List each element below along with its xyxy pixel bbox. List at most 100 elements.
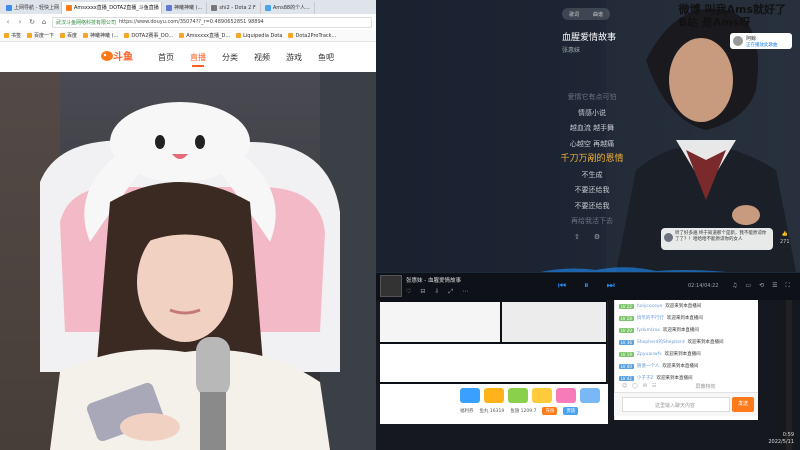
bookmark-item[interactable]: DOTA2赛事_DO... bbox=[124, 32, 173, 39]
bookmark-label: Liquipedia Dota bbox=[243, 32, 283, 39]
welfare-label: 福利券 bbox=[460, 409, 474, 414]
nav-yuba[interactable]: 鱼吧 bbox=[318, 52, 334, 63]
nav-home[interactable]: 首页 bbox=[158, 52, 174, 63]
previous-icon[interactable]: ⏮ bbox=[558, 281, 566, 291]
like-counter[interactable]: 👍 271 bbox=[780, 230, 790, 246]
level-badge: LV 42 bbox=[619, 375, 634, 381]
bookmark-item[interactable]: 百度一下 bbox=[27, 32, 54, 39]
nav-live[interactable]: 直播 bbox=[190, 52, 206, 63]
chat-user[interactable]: Zpyuanwfs bbox=[637, 352, 662, 357]
tab-label: shi2 - Dota 2 F bbox=[219, 5, 256, 11]
chat-user[interactable]: fydxmlzxx bbox=[637, 328, 660, 333]
recharge-button[interactable]: 充值 bbox=[542, 407, 558, 415]
address-bar[interactable]: 武汉斗鱼网络科技有限公司 https://www.douyu.com/35074… bbox=[52, 16, 372, 28]
message-icon[interactable]: ✉ bbox=[643, 383, 647, 390]
gift-item[interactable] bbox=[484, 388, 504, 403]
browser-window: 上网导航 - 轻快上网 从这里开始 Amsxxxx直播_DOTA2直播_斗鱼直播… bbox=[0, 0, 376, 72]
lyric-line: 越血流 越手舞 bbox=[569, 124, 615, 132]
player-options: ♫ ▭ ⟲ ☰ ⛶ bbox=[732, 282, 790, 290]
folder-icon[interactable]: ⊟ bbox=[420, 288, 425, 296]
bookmark-item[interactable]: 神曦神曦 (... bbox=[83, 32, 118, 39]
bookmark-item[interactable]: 百度 bbox=[60, 32, 77, 39]
forward-icon[interactable]: › bbox=[16, 18, 24, 26]
playlist-icon[interactable]: ☰ bbox=[772, 282, 777, 290]
play-time: 02:14/04:22 bbox=[688, 283, 719, 289]
like-count: 271 bbox=[780, 239, 790, 245]
chat-user[interactable]: 搞笑的不行行 bbox=[637, 315, 664, 321]
next-icon[interactable]: ⏭ bbox=[607, 281, 615, 291]
refresh-icon[interactable]: ↻ bbox=[28, 18, 36, 26]
gift-item[interactable] bbox=[580, 388, 600, 403]
bookmark-icon bbox=[124, 33, 130, 38]
chat-row: LV 22 holycoceye 欢迎来到本直播间 bbox=[615, 300, 758, 312]
mini-mode-icon[interactable]: ▭ bbox=[745, 282, 751, 290]
download-icon[interactable]: ⇩ bbox=[434, 288, 439, 296]
fullscreen-icon[interactable]: ⛶ bbox=[785, 282, 789, 290]
playback-controls: ⏮ ⏸ ⏭ bbox=[558, 281, 615, 291]
chat-user[interactable]: holycoceye bbox=[637, 304, 662, 309]
favicon-icon bbox=[66, 5, 72, 11]
color-icon[interactable]: ◯ bbox=[632, 383, 638, 390]
page-scrollbar[interactable] bbox=[786, 300, 792, 450]
listener-card[interactable]: 阿鲸 正在播放此歌曲 bbox=[730, 33, 792, 49]
chat-user[interactable]: 随便一个人 bbox=[637, 363, 660, 369]
now-playing: 张惠妹 - 血腥爱情故事 bbox=[406, 278, 461, 284]
clock-time: 0:59 bbox=[782, 432, 794, 438]
heart-icon[interactable]: ♡ bbox=[406, 288, 411, 296]
social-overlay: 微博 叫我Ams就好了 B站 是Ams呀 bbox=[679, 3, 786, 29]
tab-1[interactable]: Amsxxxx直播_DOTA2直播_斗鱼直播 bbox=[62, 2, 162, 14]
chat-text: 欢迎来到本直播间 bbox=[656, 376, 693, 381]
sound-effect-icon[interactable]: ♫ bbox=[732, 282, 737, 290]
toggle-lyrics[interactable]: 歌词 bbox=[569, 11, 579, 18]
tab-0[interactable]: 上网导航 - 轻快上网 从这里开始 bbox=[2, 2, 62, 14]
nav-underline bbox=[192, 65, 204, 67]
nav-category[interactable]: 分类 bbox=[222, 52, 238, 63]
bookmark-item[interactable]: Dota2ProTrack... bbox=[288, 33, 336, 39]
toggle-score[interactable]: 曲谱 bbox=[593, 11, 603, 18]
back-icon[interactable]: ‹ bbox=[4, 18, 12, 26]
chat-user[interactable]: Shepherd的Shepherd bbox=[637, 339, 685, 345]
gift-item[interactable] bbox=[508, 388, 528, 403]
nav-games[interactable]: 游戏 bbox=[286, 52, 302, 63]
chat-input[interactable]: 这里输入聊天内容 bbox=[622, 397, 730, 412]
lyrics-toggle[interactable]: 歌词 曲谱 bbox=[562, 8, 610, 20]
lyric-line-current: 千刀万剐的恩情 bbox=[560, 154, 624, 164]
chat-user[interactable]: 小子子Z bbox=[637, 375, 654, 381]
tab-label: 神曦神曦 (... bbox=[174, 5, 203, 11]
more-icon[interactable]: ⋯ bbox=[462, 288, 468, 296]
webcam-feed bbox=[0, 72, 376, 450]
favicon-icon bbox=[264, 5, 271, 11]
overlay-weibo: 微博 叫我Ams就好了 bbox=[678, 3, 786, 16]
home-icon[interactable]: ⌂ bbox=[40, 18, 48, 26]
bookmark-item[interactable]: 书签 bbox=[4, 32, 21, 39]
tab-4[interactable]: Ams88的个人... bbox=[261, 2, 315, 14]
emoji-icon[interactable]: ☺ bbox=[622, 383, 627, 390]
send-button[interactable]: 发送 bbox=[732, 397, 754, 412]
album-cover[interactable] bbox=[380, 275, 402, 297]
url-text: https://www.douyu.com/35074??_r=0.489065… bbox=[119, 19, 264, 25]
noble-button[interactable]: 贵族 bbox=[563, 407, 579, 415]
pause-icon[interactable]: ⏸ bbox=[584, 281, 589, 291]
gift-item[interactable] bbox=[532, 388, 552, 403]
settings-icon[interactable]: ⚙ bbox=[594, 233, 600, 241]
pin-icon[interactable]: ⇧ bbox=[574, 233, 580, 241]
tab-3[interactable]: shi2 - Dota 2 F bbox=[207, 2, 261, 14]
bookmark-item[interactable]: Liquipedia Dota bbox=[236, 33, 282, 39]
fans-icon[interactable]: ☷ bbox=[652, 383, 656, 390]
bookmark-item[interactable]: Amsxxxx直播_D... bbox=[179, 32, 230, 39]
chat-row: LV 19 Zpyuanwfs 欢迎来到本直播间 bbox=[615, 348, 758, 360]
nav-video[interactable]: 视频 bbox=[254, 52, 270, 63]
chat-text: 欢迎来到本直播间 bbox=[665, 304, 702, 309]
gift-item[interactable] bbox=[556, 388, 576, 403]
share-icon[interactable]: ⤢ bbox=[448, 288, 453, 296]
lyric-tools: ⇧ ⚙ bbox=[574, 233, 600, 241]
douyu-logo[interactable]: 斗鱼 bbox=[100, 48, 136, 64]
gift-item[interactable] bbox=[460, 388, 480, 403]
bookmark-label: DOTA2赛事_DO... bbox=[131, 33, 174, 39]
loop-icon[interactable]: ⟲ bbox=[759, 282, 764, 290]
shield-effects-toggle[interactable]: 屏蔽特效 bbox=[696, 383, 716, 390]
lyric-line: 不要还给我 bbox=[574, 186, 610, 194]
tab-2[interactable]: 神曦神曦 (... bbox=[162, 2, 208, 14]
site-nav: 首页 直播 分类 视频 游戏 鱼吧 bbox=[158, 52, 334, 67]
thumb-content bbox=[380, 302, 500, 342]
